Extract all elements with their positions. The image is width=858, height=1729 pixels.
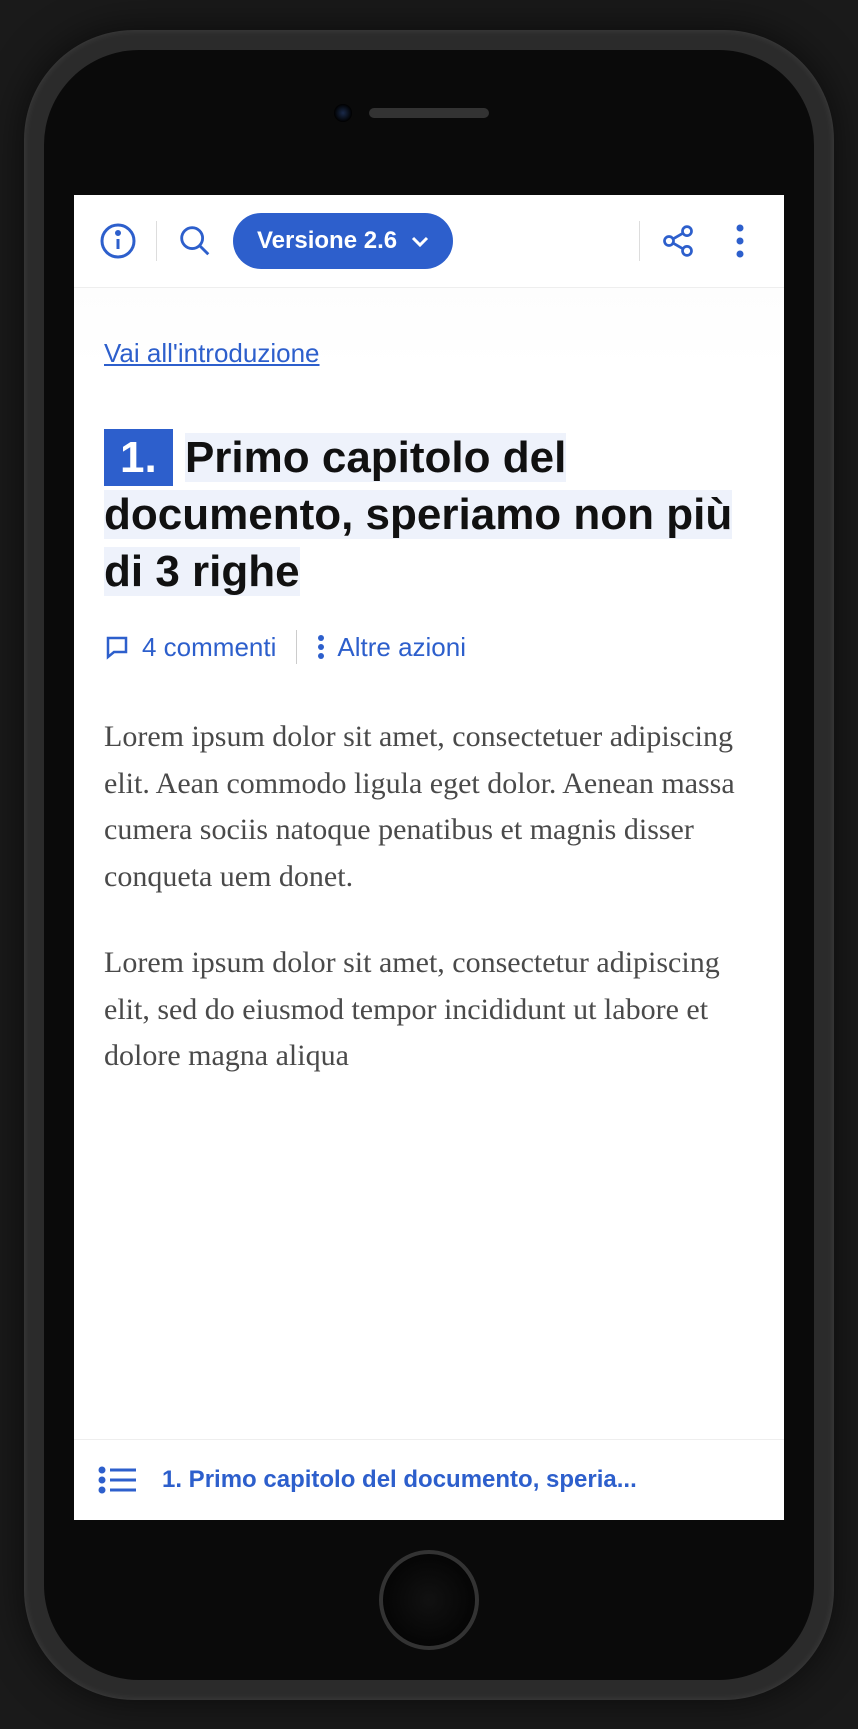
comments-label: 4 commenti [142, 632, 276, 663]
list-icon [98, 1465, 138, 1495]
more-actions-label: Altre azioni [337, 632, 466, 663]
search-icon [176, 222, 214, 260]
divider [296, 630, 297, 664]
more-actions-button[interactable]: Altre azioni [317, 632, 466, 663]
chapter-title: 1. Primo capitolo del documento, speriam… [104, 429, 754, 601]
divider [156, 221, 157, 261]
comments-button[interactable]: 4 commenti [104, 632, 276, 663]
more-button[interactable] [716, 217, 764, 265]
content-area: Vai all'introduzione 1. Primo capitolo d… [74, 288, 784, 1520]
version-label: Versione 2.6 [257, 227, 397, 255]
intro-link[interactable]: Vai all'introduzione [104, 338, 320, 369]
more-vertical-icon [736, 224, 744, 258]
phone-bezel: Versione 2.6 Vai all'introduzione 1. Pri… [44, 50, 814, 1680]
info-button[interactable] [94, 217, 142, 265]
breadcrumb-label[interactable]: 1. Primo capitolo del documento, speria.… [162, 1466, 637, 1494]
more-vertical-icon [317, 634, 325, 660]
home-button[interactable] [379, 1550, 479, 1650]
front-camera [334, 104, 352, 122]
phone-frame: Versione 2.6 Vai all'introduzione 1. Pri… [24, 30, 834, 1700]
screen: Versione 2.6 Vai all'introduzione 1. Pri… [74, 195, 784, 1520]
share-button[interactable] [654, 217, 702, 265]
toc-button[interactable] [98, 1460, 138, 1500]
chapter-title-text: Primo capitolo del documento, speriamo n… [104, 433, 732, 596]
speaker-grille [369, 108, 489, 118]
toolbar: Versione 2.6 [74, 195, 784, 288]
chapter-actions: 4 commenti Altre azioni [104, 630, 754, 664]
share-icon [660, 223, 696, 259]
info-icon [98, 221, 138, 261]
version-selector[interactable]: Versione 2.6 [233, 213, 453, 269]
chevron-down-icon [411, 235, 429, 247]
divider [639, 221, 640, 261]
bottom-bar: 1. Primo capitolo del documento, speria.… [74, 1439, 784, 1520]
comment-icon [104, 634, 130, 660]
search-button[interactable] [171, 217, 219, 265]
chapter-number: 1. [104, 429, 173, 486]
paragraph: Lorem ipsum dolor sit amet, consectetuer… [104, 714, 754, 900]
paragraph: Lorem ipsum dolor sit amet, consectetur … [104, 940, 754, 1080]
